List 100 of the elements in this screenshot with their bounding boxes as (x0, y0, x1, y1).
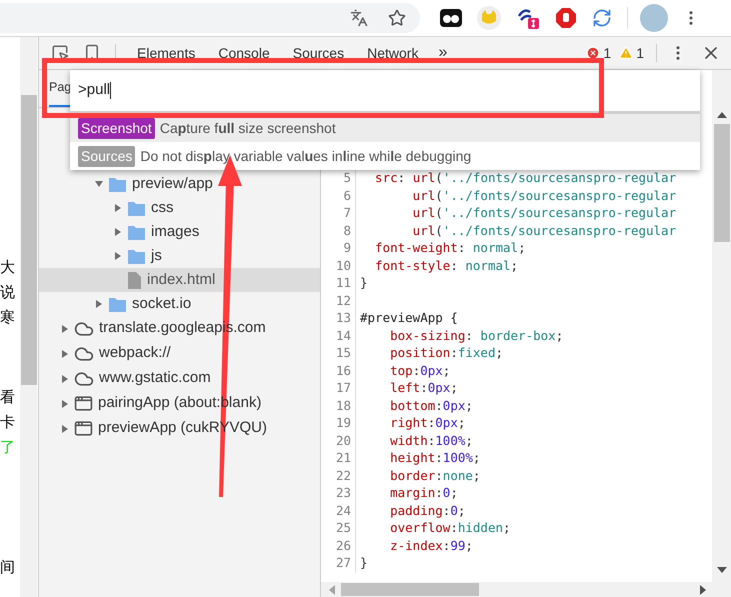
code-line: font-weight: normal; (374, 239, 526, 258)
line-number: 12 (334, 292, 352, 310)
warning-count[interactable]: 1 (636, 42, 644, 64)
page-text: 了 (0, 438, 15, 458)
line-number: 5 (342, 169, 352, 188)
code-line: width:100%; (389, 432, 473, 450)
tree-row[interactable]: www.gstatic.com (39, 366, 320, 391)
tree-label: index.html (147, 270, 216, 290)
tree-row[interactable]: preview/app (39, 172, 320, 196)
scroll-down-icon[interactable] (716, 567, 726, 573)
code-line: overflow:hidden; (389, 519, 511, 538)
code-line: src: url('../fonts/sourcesanspro-regular (374, 169, 676, 188)
line-number: 13 (334, 309, 352, 328)
panel-tab[interactable]: Network (367, 42, 418, 64)
collapsed-triangle-icon[interactable] (61, 324, 69, 332)
panel-tab[interactable]: Console (218, 42, 270, 64)
tree-row[interactable]: js (39, 244, 320, 268)
more-tabs[interactable]: » (438, 41, 448, 65)
line-number: 25 (334, 519, 352, 538)
collapsed-triangle-icon[interactable] (114, 228, 122, 236)
page-text: 看 (0, 388, 15, 408)
error-icon[interactable] (586, 46, 600, 60)
code-line: url('../fonts/sourcesanspro-regular (412, 186, 676, 205)
extension-icon[interactable] (440, 9, 462, 27)
text-cursor (110, 82, 112, 99)
code-line: z-index:99; (389, 536, 473, 555)
bookmark-star-icon[interactable] (388, 9, 406, 27)
line-number: 21 (334, 449, 352, 468)
horizontal-scrollbar[interactable] (321, 582, 712, 597)
tree-label: webpack:// (99, 343, 171, 364)
tree-label: www.gstatic.com (99, 368, 211, 388)
page-text: 寒 (0, 308, 15, 328)
scroll-right-icon[interactable] (700, 584, 706, 594)
line-number: 23 (334, 484, 352, 502)
tree-label: css (151, 198, 174, 218)
code-line: border:none; (389, 466, 480, 485)
scroll-up-icon[interactable] (716, 112, 726, 118)
suggestion-text: Capture full size screenshot (160, 118, 336, 138)
collapsed-triangle-icon[interactable] (61, 374, 69, 382)
collapsed-triangle-icon[interactable] (95, 300, 103, 308)
code-line: top:0px; (389, 362, 450, 380)
folder-icon (128, 200, 145, 216)
page-scrollbar[interactable] (20, 37, 37, 597)
line-number: 18 (334, 396, 352, 415)
code-line: bottom:0px; (389, 396, 473, 415)
scroll-thumb[interactable] (714, 124, 730, 242)
scroll-thumb[interactable] (341, 583, 479, 596)
tree-row[interactable]: socket.io (39, 292, 320, 316)
code-line: padding:0; (389, 502, 466, 520)
tree-label: preview/app (132, 174, 213, 194)
tree-row[interactable]: css (39, 196, 320, 220)
line-number: 7 (342, 204, 352, 222)
tree-label: js (151, 246, 162, 266)
panel-tab[interactable]: Elements (137, 42, 196, 64)
folder-icon (128, 224, 145, 240)
line-number: 14 (334, 326, 352, 345)
code-line: right:0px; (389, 414, 466, 432)
category-badge: Screenshot (78, 118, 155, 138)
translate-icon[interactable] (350, 9, 368, 27)
window-frame-icon (74, 394, 93, 413)
window-frame-icon (74, 419, 93, 438)
sync-arrows-icon[interactable] (592, 8, 612, 28)
vertical-scrollbar[interactable] (712, 70, 731, 597)
code-line: url('../fonts/sourcesanspro-regular (412, 204, 676, 222)
line-number: 11 (334, 274, 352, 292)
line-number: 8 (342, 222, 352, 240)
code-line: position:fixed; (389, 344, 504, 362)
tree-row[interactable]: webpack:// (39, 341, 320, 366)
line-number: 22 (334, 466, 352, 485)
collapsed-triangle-icon[interactable] (114, 252, 122, 260)
collapsed-triangle-icon[interactable] (114, 204, 122, 212)
line-number: 15 (334, 344, 352, 362)
code-line: margin:0; (389, 484, 458, 502)
code-line: font-style: normal; (374, 256, 518, 275)
line-number: 10 (334, 256, 352, 275)
expanded-triangle-icon[interactable] (95, 180, 103, 188)
code-line: } (360, 274, 368, 292)
scroll-thumb[interactable] (20, 95, 36, 385)
panel-tab[interactable]: Sources (292, 42, 344, 64)
collapsed-triangle-icon[interactable] (61, 424, 69, 432)
page-text: 大 (0, 258, 15, 278)
folder-icon (128, 248, 145, 264)
collapsed-triangle-icon[interactable] (61, 400, 69, 408)
tree-row[interactable]: index.html (39, 268, 320, 292)
collapsed-triangle-icon[interactable] (61, 350, 69, 358)
page-text: 间 (0, 558, 15, 578)
code-line: box-sizing: border-box; (389, 326, 564, 345)
line-number: 26 (334, 536, 352, 555)
code-line: #previewApp { (360, 309, 458, 328)
tree-label: socket.io (132, 294, 192, 314)
line-number: 9 (342, 239, 352, 258)
page-text: 卡 (0, 413, 15, 433)
folder-icon (109, 296, 126, 312)
folder-icon (109, 176, 126, 192)
command-suggestion[interactable]: Sources Do not display variable values inline while debugging (70, 142, 700, 170)
line-number: 24 (334, 502, 352, 520)
tree-row[interactable]: images (39, 220, 320, 244)
suggestion-text: Do not display variable values inline while debugging (140, 146, 472, 166)
line-number: 20 (334, 432, 352, 450)
error-count[interactable]: 1 (603, 42, 612, 64)
